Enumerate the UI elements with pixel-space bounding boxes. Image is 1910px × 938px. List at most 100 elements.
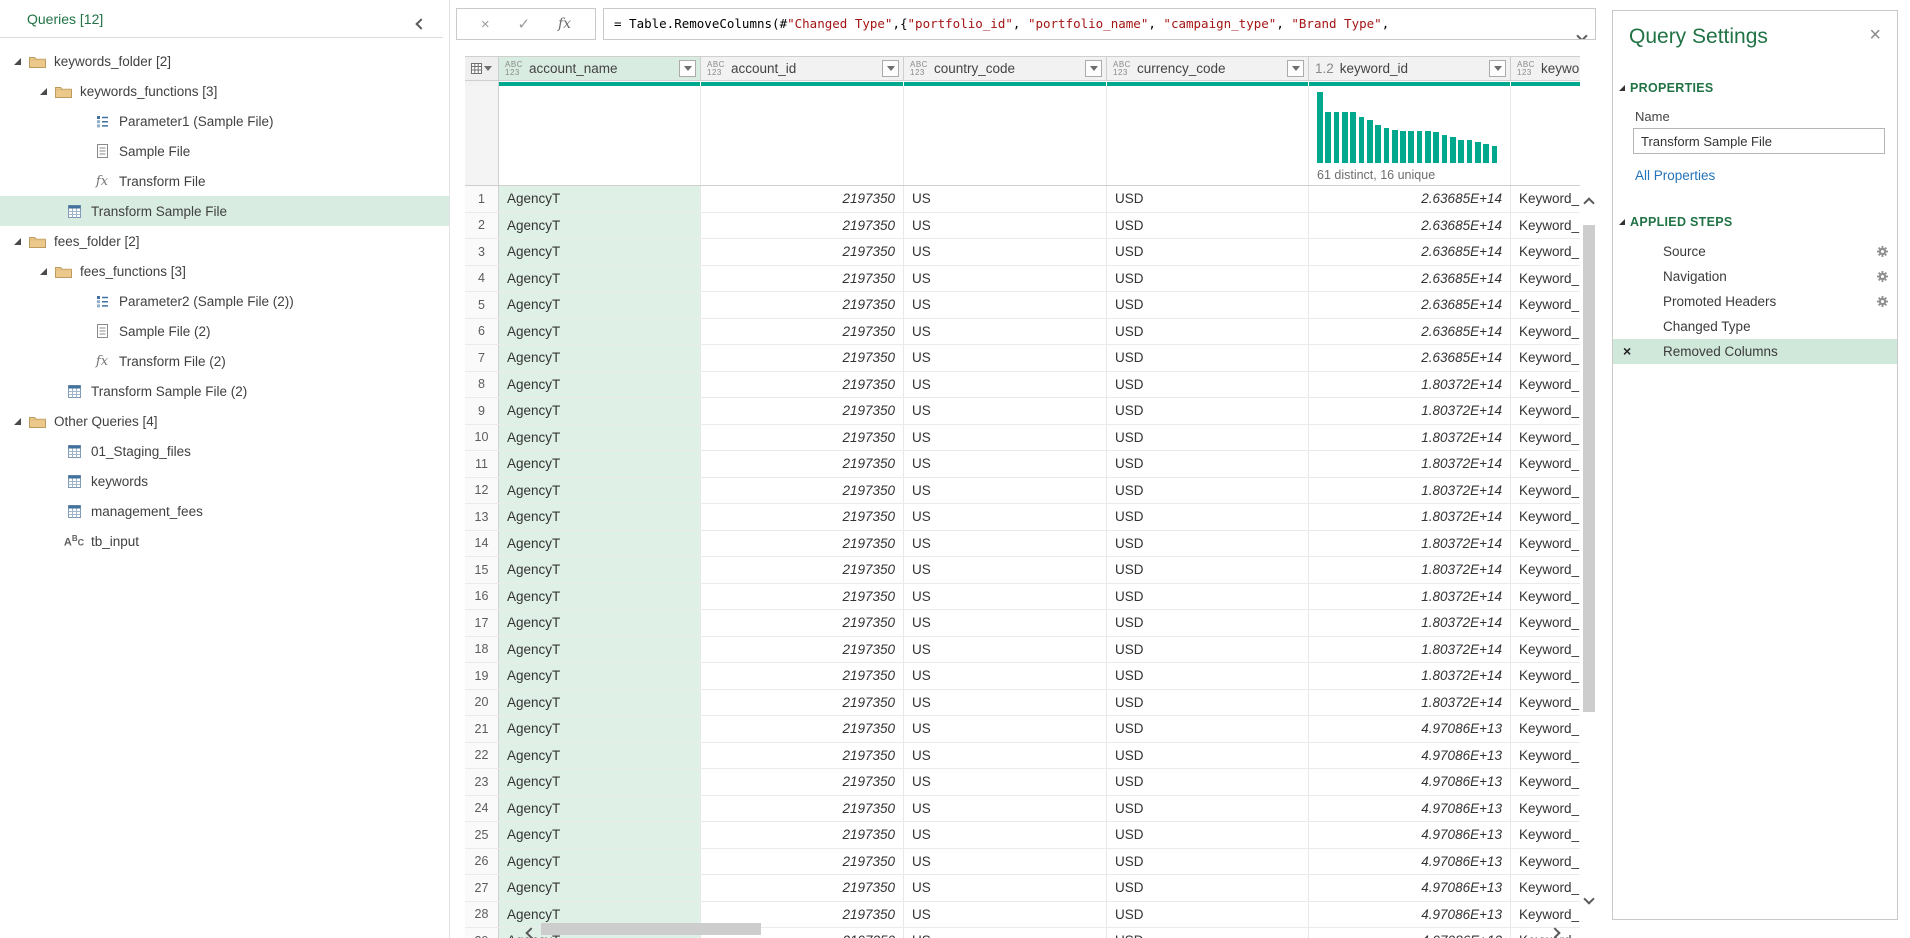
cell-keyword[interactable]: Keyword_: [1511, 557, 1580, 583]
cell-keyword[interactable]: Keyword_: [1511, 769, 1580, 795]
row-number[interactable]: 22: [465, 743, 499, 769]
cell-currency_code[interactable]: USD: [1107, 425, 1309, 451]
cell-keyword[interactable]: Keyword_: [1511, 398, 1580, 424]
cell-account_name[interactable]: AgencyT: [499, 875, 701, 901]
cell-keyword_id[interactable]: 1.80372E+14: [1309, 478, 1511, 504]
histogram-bar[interactable]: [1475, 142, 1481, 163]
cell-account_id[interactable]: 2197350: [701, 849, 904, 875]
histogram-bar[interactable]: [1392, 130, 1398, 163]
cell-account_name[interactable]: AgencyT: [499, 266, 701, 292]
applied-steps-section-header[interactable]: APPLIED STEPS: [1619, 215, 1897, 229]
cell-currency_code[interactable]: USD: [1107, 769, 1309, 795]
filter-button[interactable]: [1489, 60, 1506, 77]
cell-keyword[interactable]: Keyword_: [1511, 610, 1580, 636]
row-number[interactable]: 24: [465, 796, 499, 822]
row-number[interactable]: 6: [465, 319, 499, 345]
query-tree-item[interactable]: Sample File (2): [0, 316, 449, 346]
cell-account_name[interactable]: AgencyT: [499, 637, 701, 663]
tree-expander-icon[interactable]: [14, 418, 21, 425]
cell-currency_code[interactable]: USD: [1107, 345, 1309, 371]
cell-account_name[interactable]: AgencyT: [499, 610, 701, 636]
row-number[interactable]: 5: [465, 292, 499, 318]
cell-account_id[interactable]: 2197350: [701, 372, 904, 398]
column-header-account_id[interactable]: ABC123account_id: [701, 57, 904, 80]
cell-currency_code[interactable]: USD: [1107, 849, 1309, 875]
cell-country_code[interactable]: US: [904, 239, 1107, 265]
properties-section-header[interactable]: PROPERTIES: [1619, 81, 1897, 95]
cell-country_code[interactable]: US: [904, 690, 1107, 716]
cell-account_name[interactable]: AgencyT: [499, 398, 701, 424]
cell-country_code[interactable]: US: [904, 213, 1107, 239]
row-number[interactable]: 10: [465, 425, 499, 451]
cell-keyword[interactable]: Keyword_: [1511, 239, 1580, 265]
cell-currency_code[interactable]: USD: [1107, 186, 1309, 212]
cell-currency_code[interactable]: USD: [1107, 716, 1309, 742]
cell-currency_code[interactable]: USD: [1107, 557, 1309, 583]
cell-keyword[interactable]: Keyword_: [1511, 451, 1580, 477]
cell-country_code[interactable]: US: [904, 398, 1107, 424]
cell-keyword[interactable]: Keyword_: [1511, 849, 1580, 875]
row-number[interactable]: 3: [465, 239, 499, 265]
cell-account_id[interactable]: 2197350: [701, 716, 904, 742]
cell-account_name[interactable]: AgencyT: [499, 769, 701, 795]
select-all-button[interactable]: [465, 57, 499, 80]
cell-account_name[interactable]: AgencyT: [499, 690, 701, 716]
cell-account_id[interactable]: 2197350: [701, 690, 904, 716]
cell-currency_code[interactable]: USD: [1107, 822, 1309, 848]
cell-currency_code[interactable]: USD: [1107, 663, 1309, 689]
column-header-currency_code[interactable]: ABC123currency_code: [1107, 57, 1309, 80]
scroll-up-arrow[interactable]: [1585, 194, 1593, 212]
histogram-bar[interactable]: [1492, 146, 1498, 163]
vertical-scroll-thumb[interactable]: [1583, 225, 1595, 712]
cell-currency_code[interactable]: USD: [1107, 504, 1309, 530]
cell-keyword[interactable]: Keyword_: [1511, 345, 1580, 371]
cell-currency_code[interactable]: USD: [1107, 478, 1309, 504]
cell-account_id[interactable]: 2197350: [701, 610, 904, 636]
histogram-bar[interactable]: [1342, 112, 1348, 163]
cell-country_code[interactable]: US: [904, 451, 1107, 477]
cell-account_name[interactable]: AgencyT: [499, 743, 701, 769]
any-type-icon[interactable]: ABC123: [505, 61, 523, 77]
cell-currency_code[interactable]: USD: [1107, 743, 1309, 769]
cell-keyword[interactable]: Keyword_: [1511, 637, 1580, 663]
cell-currency_code[interactable]: USD: [1107, 239, 1309, 265]
applied-step-removed-columns[interactable]: ×Removed Columns: [1613, 339, 1897, 364]
histogram-bar[interactable]: [1375, 125, 1381, 163]
histogram-bar[interactable]: [1367, 120, 1373, 163]
row-number[interactable]: 16: [465, 584, 499, 610]
cell-keyword[interactable]: Keyword_: [1511, 716, 1580, 742]
cell-keyword[interactable]: Keyword_: [1511, 186, 1580, 212]
cell-currency_code[interactable]: USD: [1107, 902, 1309, 928]
applied-step-source[interactable]: Source: [1613, 239, 1897, 264]
cell-country_code[interactable]: US: [904, 531, 1107, 557]
cell-keyword_id[interactable]: 1.80372E+14: [1309, 398, 1511, 424]
cell-country_code[interactable]: US: [904, 504, 1107, 530]
cell-account_name[interactable]: AgencyT: [499, 186, 701, 212]
any-type-icon[interactable]: ABC123: [1517, 61, 1535, 77]
formula-input[interactable]: = Table.RemoveColumns(#"Changed Type",{"…: [603, 8, 1596, 40]
cell-currency_code[interactable]: USD: [1107, 398, 1309, 424]
row-number[interactable]: 2: [465, 213, 499, 239]
column-header-keyword_id[interactable]: 1.2keyword_id: [1309, 57, 1511, 80]
cell-account_id[interactable]: 2197350: [701, 663, 904, 689]
cell-currency_code[interactable]: USD: [1107, 266, 1309, 292]
cell-country_code[interactable]: US: [904, 478, 1107, 504]
cell-country_code[interactable]: US: [904, 345, 1107, 371]
cell-account_name[interactable]: AgencyT: [499, 504, 701, 530]
cell-keyword_id[interactable]: 1.80372E+14: [1309, 690, 1511, 716]
column-header-account_name[interactable]: ABC123account_name: [499, 57, 701, 80]
cell-keyword_id[interactable]: 1.80372E+14: [1309, 584, 1511, 610]
step-settings-button[interactable]: [1876, 270, 1889, 286]
cell-currency_code[interactable]: USD: [1107, 531, 1309, 557]
cell-keyword[interactable]: Keyword_: [1511, 796, 1580, 822]
cell-keyword_id[interactable]: 4.97086E+13: [1309, 902, 1511, 928]
cell-account_name[interactable]: AgencyT: [499, 584, 701, 610]
cancel-formula-button[interactable]: ×: [481, 16, 490, 33]
row-number[interactable]: 23: [465, 769, 499, 795]
cell-account_id[interactable]: 2197350: [701, 584, 904, 610]
cell-currency_code[interactable]: USD: [1107, 610, 1309, 636]
histogram-bar[interactable]: [1425, 131, 1431, 163]
cell-keyword_id[interactable]: 4.97086E+13: [1309, 743, 1511, 769]
cell-currency_code[interactable]: USD: [1107, 928, 1309, 938]
cell-keyword_id[interactable]: 1.80372E+14: [1309, 425, 1511, 451]
